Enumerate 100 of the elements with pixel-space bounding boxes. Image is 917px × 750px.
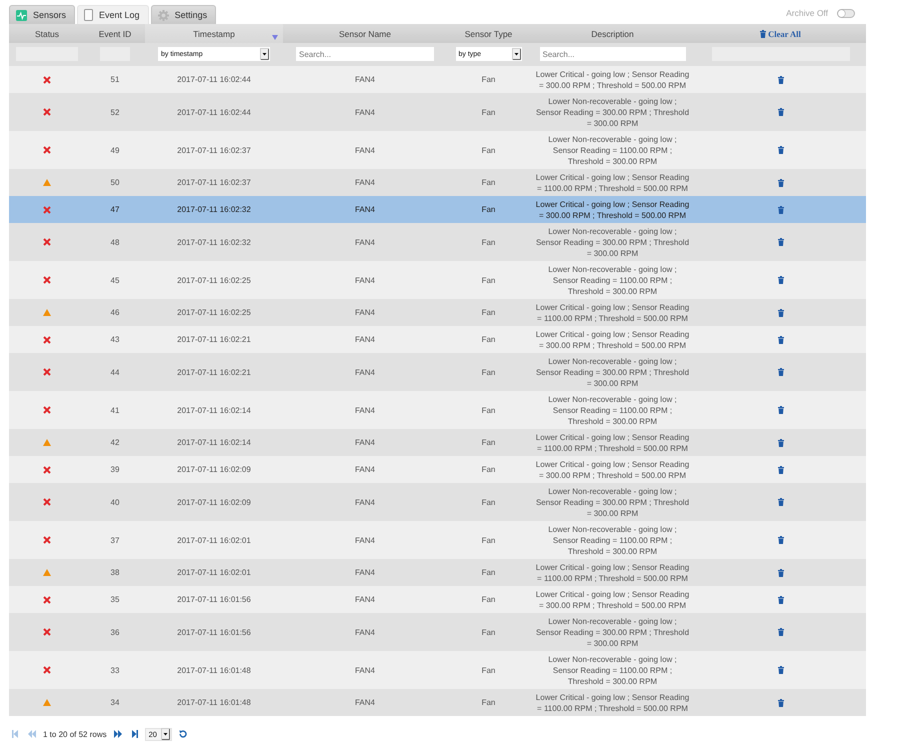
warning-icon [43, 439, 51, 446]
search-field[interactable]: Search... [540, 47, 686, 62]
event-description: Lower Non-recoverable - going low ; Sensor Reading = 1100.00 RPM ; Threshold = 300.00 RPM [547, 264, 678, 296]
column-header[interactable]: Description [530, 24, 695, 43]
trash-icon[interactable] [778, 238, 784, 246]
timestamp: 2017-07-11 16:02:44 [177, 75, 251, 84]
trash-icon[interactable] [778, 568, 784, 577]
sensor-type: Fan [482, 238, 496, 246]
gear-icon [158, 10, 169, 20]
event-id: 38 [110, 568, 120, 577]
event-row[interactable]: 38 2017-07-11 16:02:01 FAN4 Fan Lower Critical - going low ; Sensor Reading = 1100.00 RPM ; Threshold = 500.00 RPM [9, 559, 866, 586]
sensor-name: FAN4 [354, 438, 375, 447]
event-row[interactable]: 42 2017-07-11 16:02:14 FAN4 Fan Lower Critical - going low ; Sensor Reading = 1100.00 RPM ; Threshold = 500.00 RPM [9, 429, 866, 456]
event-id: 33 [110, 666, 120, 674]
sensor-type: Fan [482, 666, 496, 674]
warning-icon [43, 309, 51, 316]
sensor-name: FAN4 [354, 335, 375, 344]
trash-icon[interactable] [778, 466, 784, 474]
trash-icon[interactable] [778, 308, 784, 317]
dropdown-caret-icon[interactable] [160, 728, 170, 740]
dropdown-caret-icon[interactable] [512, 48, 520, 60]
trash-icon[interactable] [778, 76, 784, 84]
column-header[interactable]: Sensor Type [447, 24, 530, 43]
trash-icon[interactable] [778, 206, 784, 214]
search-field[interactable]: Search... [296, 47, 434, 62]
archive-label: Archive Off [786, 8, 828, 18]
event-row[interactable]: 36 2017-07-11 16:01:56 FAN4 Fan Lower Non-recoverable - going low ; Sensor Reading = 300.00 RPM ; Threshold = 300.00 RPM [9, 613, 866, 651]
event-description: Lower Critical - going low ; Sensor Reading = 300.00 RPM ; Threshold = 500.00 RPM [535, 328, 690, 350]
trash-icon[interactable] [778, 628, 784, 636]
event-id: 52 [110, 108, 120, 116]
trash-icon[interactable] [778, 178, 784, 187]
last-page-icon[interactable] [132, 730, 138, 738]
event-row[interactable]: 49 2017-07-11 16:02:37 FAN4 Fan Lower Non-recoverable - going low ; Sensor Reading = 1100.00 RPM ; Threshold = 300.00 RPM [9, 131, 866, 169]
dropdown-caret-icon[interactable] [260, 48, 269, 60]
trash-icon[interactable] [778, 536, 784, 544]
trash-icon[interactable] [778, 336, 784, 344]
event-row[interactable]: 44 2017-07-11 16:02:21 FAN4 Fan Lower Non-recoverable - going low ; Sensor Reading = 300.00 RPM ; Threshold = 300.00 RPM [9, 353, 866, 391]
archive-toggle[interactable] [837, 8, 855, 18]
clear-all-button[interactable]: Clear All [760, 28, 801, 38]
sensor-name: FAN4 [354, 368, 375, 376]
event-row[interactable]: 45 2017-07-11 16:02:25 FAN4 Fan Lower Non-recoverable - going low ; Sensor Reading = 1100.00 RPM ; Threshold = 300.00 RPM [9, 261, 866, 299]
cross-icon [43, 536, 51, 544]
event-row[interactable]: 37 2017-07-11 16:02:01 FAN4 Fan Lower Non-recoverable - going low ; Sensor Reading = 1100.00 RPM ; Threshold = 300.00 RPM [9, 521, 866, 559]
timestamp: 2017-07-11 16:01:48 [177, 698, 251, 707]
sensor-name: FAN4 [354, 276, 375, 284]
event-description: Lower Critical - going low ; Sensor Reading = 1100.00 RPM ; Threshold = 500.00 RPM [535, 172, 690, 194]
trash-icon[interactable] [778, 276, 784, 284]
event-id: 39 [110, 465, 120, 474]
trash-icon[interactable] [778, 146, 784, 154]
tab[interactable]: Sensors [9, 5, 76, 24]
timestamp: 2017-07-11 16:02:01 [177, 568, 251, 577]
event-description: Lower Critical - going low ; Sensor Reading = 300.00 RPM ; Threshold = 500.00 RPM [535, 588, 690, 610]
event-row[interactable]: 43 2017-07-11 16:02:21 FAN4 Fan Lower Critical - going low ; Sensor Reading = 300.00 RPM ; Threshold = 500.00 RPM [9, 326, 866, 353]
sensor-type: Fan [482, 465, 496, 474]
sensor-name: FAN4 [354, 498, 375, 506]
event-row[interactable]: 33 2017-07-11 16:01:48 FAN4 Fan Lower Non-recoverable - going low ; Sensor Reading = 1100.00 RPM ; Threshold = 300.00 RPM [9, 651, 866, 689]
sensor-name: FAN4 [354, 568, 375, 577]
event-row[interactable]: 46 2017-07-11 16:02:25 FAN4 Fan Lower Critical - going low ; Sensor Reading = 1100.00 RPM ; Threshold = 500.00 RPM [9, 299, 866, 326]
event-row[interactable]: 48 2017-07-11 16:02:32 FAN4 Fan Lower Non-recoverable - going low ; Sensor Reading = 300.00 RPM ; Threshold = 300.00 RPM [9, 223, 866, 261]
timestamp: 2017-07-11 16:02:21 [177, 335, 251, 344]
sensor-type: Fan [482, 335, 496, 344]
timestamp: 2017-07-11 16:02:37 [177, 178, 251, 187]
event-row[interactable]: 52 2017-07-11 16:02:44 FAN4 Fan Lower Non-recoverable - going low ; Sensor Reading = 300.00 RPM ; Threshold = 300.00 RPM [9, 93, 866, 131]
trash-icon[interactable] [778, 108, 784, 116]
event-id: 50 [110, 178, 120, 187]
column-header[interactable]: Event ID [85, 24, 145, 43]
column-header[interactable]: Status [9, 24, 85, 43]
sensor-type: Fan [482, 368, 496, 376]
event-id: 42 [110, 438, 120, 447]
cross-icon [43, 406, 51, 414]
tab[interactable]: Settings [150, 5, 216, 24]
sensor-name: FAN4 [354, 108, 375, 116]
event-description: Lower Critical - going low ; Sensor Reading = 300.00 RPM ; Threshold = 500.00 RPM [535, 458, 690, 480]
trash-icon[interactable] [778, 498, 784, 506]
event-row[interactable]: 51 2017-07-11 16:02:44 FAN4 Fan Lower Critical - going low ; Sensor Reading = 300.00 RPM ; Threshold = 500.00 RPM [9, 66, 866, 93]
timestamp: 2017-07-11 16:02:32 [177, 238, 251, 246]
trash-icon[interactable] [778, 368, 784, 376]
trash-icon[interactable] [778, 666, 784, 674]
timestamp: 2017-07-11 16:01:56 [177, 595, 251, 604]
event-row[interactable]: 41 2017-07-11 16:02:14 FAN4 Fan Lower Non-recoverable - going low ; Sensor Reading = 1100.00 RPM ; Threshold = 300.00 RPM [9, 391, 866, 429]
tab[interactable]: Event Log [77, 5, 149, 24]
trash-icon[interactable] [778, 698, 784, 707]
event-row[interactable]: 50 2017-07-11 16:02:37 FAN4 Fan Lower Critical - going low ; Sensor Reading = 1100.00 RPM ; Threshold = 500.00 RPM [9, 169, 866, 196]
trash-icon [760, 30, 766, 38]
column-header[interactable]: Timestamp [145, 24, 283, 43]
event-row[interactable]: 47 2017-07-11 16:02:32 FAN4 Fan Lower Critical - going low ; Sensor Reading = 300.00 RPM ; Threshold = 500.00 RPM [9, 196, 866, 223]
timestamp: 2017-07-11 16:01:56 [177, 628, 251, 636]
event-row[interactable]: 35 2017-07-11 16:01:56 FAN4 Fan Lower Critical - going low ; Sensor Reading = 300.00 RPM ; Threshold = 500.00 RPM [9, 586, 866, 613]
event-row[interactable]: 34 2017-07-11 16:01:48 FAN4 Fan Lower Critical - going low ; Sensor Reading = 1100.00 RPM ; Threshold = 500.00 RPM [9, 689, 866, 716]
trash-icon[interactable] [778, 596, 784, 604]
refresh-icon[interactable] [178, 730, 187, 738]
sort-descending-icon [272, 35, 278, 40]
event-description: Lower Critical - going low ; Sensor Reading = 300.00 RPM ; Threshold = 500.00 RPM [535, 68, 690, 90]
trash-icon[interactable] [778, 438, 784, 447]
event-row[interactable]: 40 2017-07-11 16:02:09 FAN4 Fan Lower Non-recoverable - going low ; Sensor Reading = 300.00 RPM ; Threshold = 300.00 RPM [9, 483, 866, 521]
next-page-icon[interactable] [114, 730, 122, 738]
event-row[interactable]: 39 2017-07-11 16:02:09 FAN4 Fan Lower Critical - going low ; Sensor Reading = 300.00 RPM ; Threshold = 500.00 RPM [9, 456, 866, 483]
column-header[interactable]: Sensor Name [283, 24, 447, 43]
trash-icon[interactable] [778, 406, 784, 414]
event-description: Lower Non-recoverable - going low ; Sensor Reading = 300.00 RPM ; Threshold = 300.00 RPM [535, 226, 690, 258]
